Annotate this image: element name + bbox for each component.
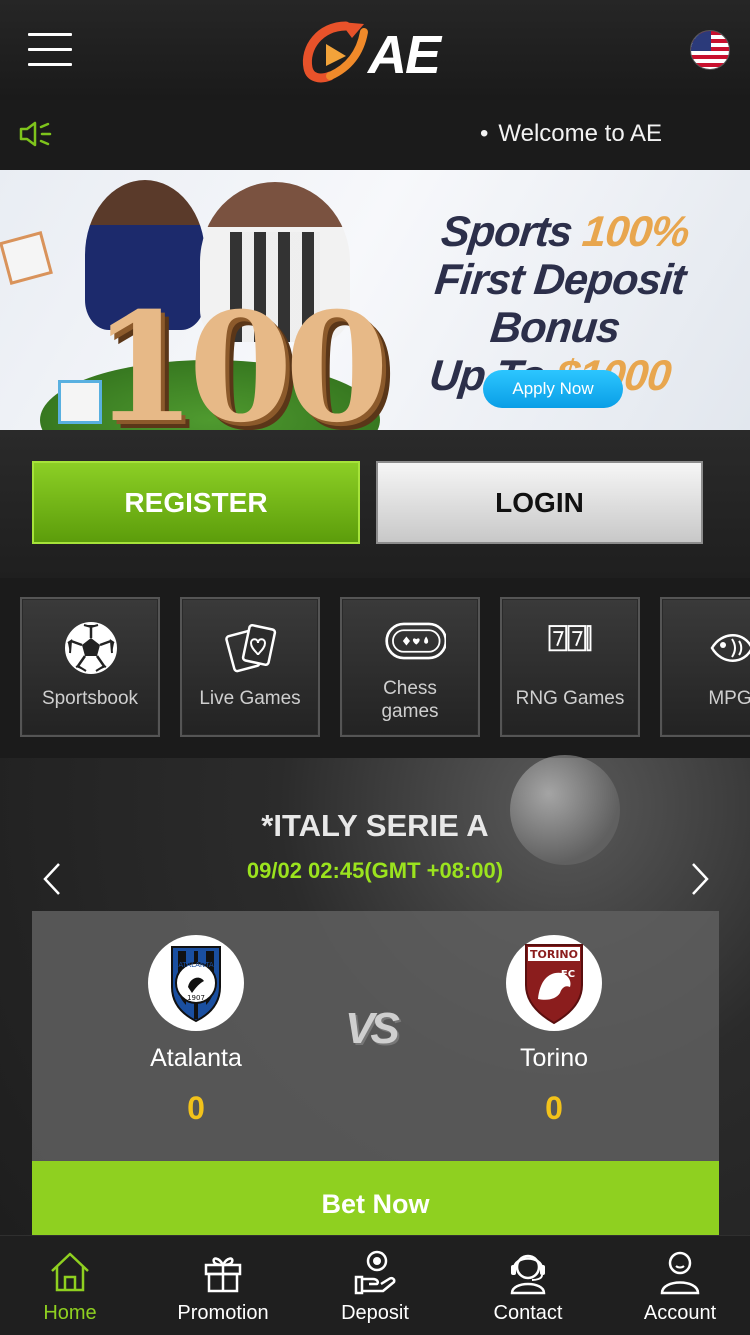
deposit-hand-icon <box>354 1250 396 1295</box>
banner-line2: First Deposit Bonus <box>432 256 688 352</box>
versus-label: VS <box>345 1004 400 1053</box>
nav-item-home[interactable]: Home <box>0 1243 145 1333</box>
category-live-games[interactable]: Live Games <box>180 597 320 737</box>
nav-item-promotion[interactable]: Promotion <box>148 1243 298 1333</box>
away-team-name: Torino <box>519 1044 589 1072</box>
home-icon <box>51 1252 89 1292</box>
category-label-line2: games <box>381 701 439 722</box>
register-button[interactable]: REGISTER <box>32 461 360 544</box>
category-rng-games[interactable]: RNG Games <box>500 597 640 737</box>
away-team-score: 0 <box>545 1090 563 1126</box>
top-header: AE <box>0 0 750 100</box>
gift-box-icon <box>0 231 53 285</box>
category-label: RNG Games <box>515 688 625 709</box>
nav-label: Deposit <box>341 1302 409 1324</box>
torino-crest-text: TORINO <box>530 948 578 961</box>
banner-line1-b: 100% <box>580 208 692 256</box>
banner-line1-a: Sports <box>438 208 575 256</box>
torino-crest-fc: FC <box>561 969 575 980</box>
hamburger-menu-icon[interactable] <box>28 33 72 67</box>
atalanta-crest-icon: ATALANTA 1907 <box>148 935 244 1031</box>
home-team-score: 0 <box>187 1090 205 1126</box>
user-icon <box>660 1251 700 1295</box>
chevron-right-icon[interactable] <box>690 862 710 896</box>
notice-marquee-text: Welcome to AE <box>480 120 662 148</box>
torino-crest-icon: TORINO FC <box>506 935 602 1031</box>
login-button[interactable]: LOGIN <box>376 461 703 544</box>
us-flag-icon[interactable] <box>690 30 730 70</box>
category-label: MPG <box>708 688 750 709</box>
nav-label: Home <box>43 1302 97 1324</box>
soccer-ball-icon <box>65 622 117 674</box>
nav-label: Promotion <box>177 1302 269 1324</box>
category-mpg[interactable]: MPG <box>660 597 750 737</box>
ae-logo-mark-icon <box>302 21 368 83</box>
home-team-name: Atalanta <box>150 1044 242 1072</box>
banner-big-number: 100 <box>92 280 389 430</box>
ae-logo[interactable]: AE <box>300 18 450 86</box>
bet-now-button[interactable]: Bet Now <box>32 1161 719 1235</box>
chevron-left-icon[interactable] <box>42 862 62 896</box>
playing-cards-icon <box>225 623 277 673</box>
atalanta-crest-text: ATALANTA <box>178 961 214 969</box>
gift-box-icon <box>58 380 102 424</box>
speaker-icon <box>19 121 52 147</box>
league-title: *ITALY SERIE A <box>261 808 489 843</box>
nav-item-contact[interactable]: Contact <box>453 1243 603 1333</box>
nav-label: Account <box>643 1302 717 1324</box>
chess-chip-icon <box>385 622 446 660</box>
nav-item-deposit[interactable]: Deposit <box>300 1243 450 1333</box>
category-label-line1: Chess <box>383 678 437 699</box>
category-chess-games[interactable]: Chess games <box>340 597 480 737</box>
category-label: Sportsbook <box>41 688 139 709</box>
atalanta-crest-year: 1907 <box>187 994 205 1002</box>
apply-now-button[interactable]: Apply Now <box>483 370 623 408</box>
nav-label: Contact <box>493 1302 563 1324</box>
match-time: 09/02 02:45(GMT +08:00) <box>246 858 504 883</box>
fish-icon <box>710 634 750 662</box>
category-sportsbook[interactable]: Sportsbook <box>20 597 160 737</box>
category-label: Live Games <box>199 688 301 709</box>
slot-777-icon <box>548 625 592 652</box>
nav-item-account[interactable]: Account <box>605 1243 750 1333</box>
app-page: AE Welcome to AE 100 Sports 100% First D… <box>0 0 750 1335</box>
logo-text: AE <box>368 25 441 85</box>
headset-icon <box>510 1254 546 1295</box>
gift-icon <box>204 1257 242 1293</box>
